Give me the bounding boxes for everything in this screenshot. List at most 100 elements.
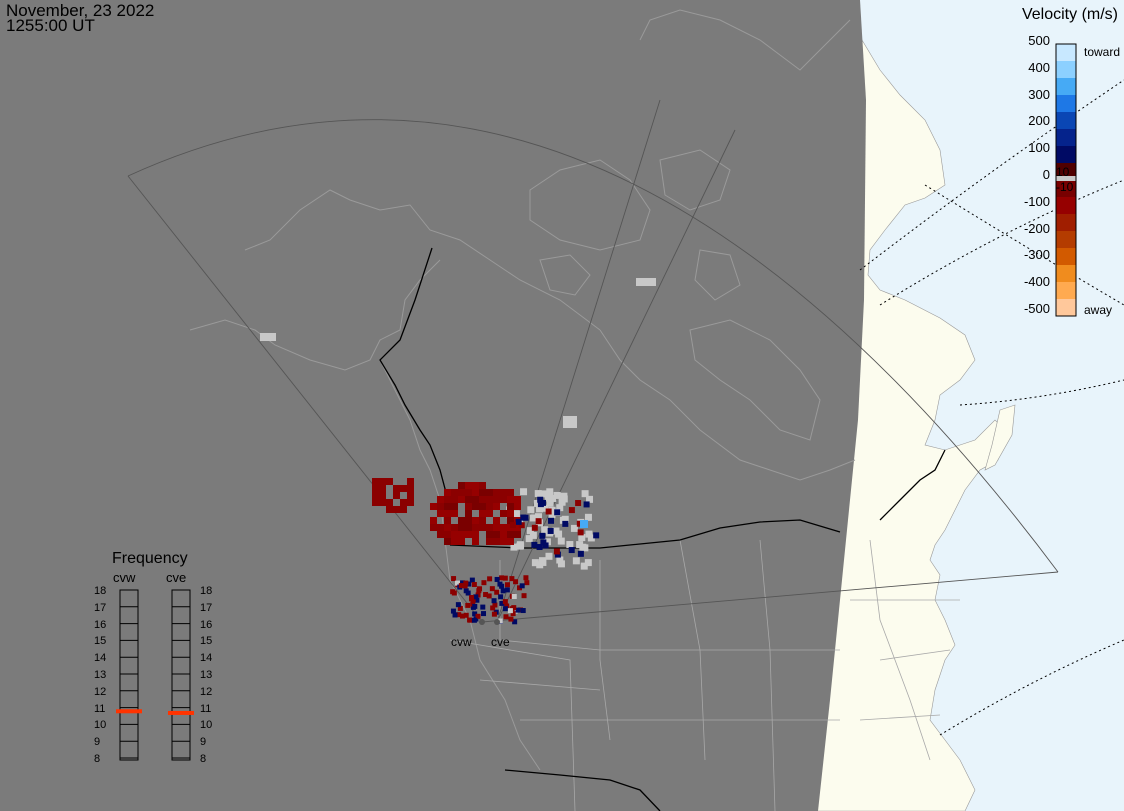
freq-scale-right: 10: [200, 719, 213, 732]
ground-scatter-cell: [558, 498, 566, 506]
echo-cell: [575, 500, 582, 507]
echo-cell-away: [465, 510, 472, 517]
echo-cell: [491, 611, 497, 617]
ground-scatter-cell: [581, 490, 589, 498]
freq-scale-left: 15: [94, 635, 107, 648]
echo-cell: [553, 548, 560, 555]
echo-cell: [545, 508, 552, 515]
ground-scatter-cell: [557, 537, 565, 545]
echo-cell: [451, 576, 457, 582]
threshold-low-label: -10: [1056, 180, 1074, 194]
echo-cell: [463, 612, 469, 618]
velocity-tick-label: 400: [1028, 59, 1050, 75]
freq-scale-right: 12: [200, 685, 213, 698]
velocity-tick-label: -100: [1023, 193, 1050, 209]
echo-cell: [471, 617, 477, 623]
echo-cell: [519, 583, 525, 589]
echo-cell-away: [472, 538, 479, 545]
ground-scatter-cell: [563, 416, 577, 428]
echo-cell: [577, 550, 584, 557]
frequency-radar-right: cve: [166, 570, 187, 585]
echo-cell-away: [451, 524, 458, 531]
echo-cell-away: [444, 524, 451, 531]
echo-cell: [509, 576, 515, 582]
ground-scatter-cell: [580, 562, 588, 570]
echo-cell-away: [479, 482, 486, 489]
echo-cell-away: [507, 531, 514, 538]
echo-cell-away: [479, 517, 486, 524]
freq-scale-right: 18: [200, 585, 213, 597]
velocity-colorbar-segment: [1056, 282, 1076, 300]
echo-cell-away: [372, 499, 379, 506]
freq-scale-left: 12: [94, 685, 107, 698]
echo-cell: [531, 524, 538, 531]
echo-cell: [504, 587, 510, 593]
echo-cell-away: [493, 496, 500, 503]
echo-cell: [502, 606, 508, 612]
freq-scale-right: 8: [200, 753, 207, 765]
echo-cell: [521, 593, 527, 599]
velocity-tick-label: 100: [1028, 140, 1050, 156]
echo-cell: [487, 576, 493, 582]
echo-cell-away: [451, 489, 458, 496]
velocity-tick-label: 0: [1042, 167, 1050, 182]
ground-scatter-cell: [260, 333, 276, 341]
echo-cell-away: [465, 524, 472, 531]
echo-cell-away: [465, 496, 472, 503]
echo-cell-away: [493, 531, 500, 538]
echo-cell-away: [514, 496, 521, 503]
echo-cell-away: [465, 517, 472, 524]
freq-scale-left: 9: [94, 736, 101, 749]
echo-cell-away: [400, 485, 407, 492]
freq-scale-left: 8: [94, 753, 101, 765]
echo-cell-away: [393, 506, 400, 513]
ground-scatter-cell: [584, 513, 592, 521]
echo-cell: [511, 593, 517, 599]
echo-cell: [522, 514, 529, 521]
ground-scatter-cell: [520, 488, 528, 496]
freq-scale-left: 17: [94, 601, 107, 614]
echo-cell: [465, 602, 471, 608]
velocity-colorbar-segment: [1056, 214, 1076, 232]
ground-scatter-cell: [527, 506, 535, 514]
freq-scale-left: 13: [94, 669, 107, 681]
echo-cell: [537, 496, 544, 503]
echo-cell-away: [451, 503, 458, 510]
ground-scatter-cell: [572, 557, 580, 565]
freq-scale-left: 10: [94, 719, 107, 732]
echo-cell: [508, 616, 514, 622]
echo-cell-away: [486, 531, 493, 538]
velocity-colorbar-segment: [1056, 146, 1076, 164]
velocity-colorbar-segment: [1056, 248, 1076, 266]
echo-cell-away: [386, 478, 393, 485]
ground-scatter-cell: [516, 541, 524, 549]
echo-cell-away: [407, 499, 414, 506]
echo-cell-away: [486, 538, 493, 545]
echo-cell-away: [465, 531, 472, 538]
echo-cell-away: [472, 531, 479, 538]
echo-cell-away: [451, 510, 458, 517]
ground-scatter-cell: [566, 541, 574, 549]
echo-cell-away: [458, 489, 465, 496]
echo-cell-away: [465, 503, 472, 510]
echo-cell: [520, 608, 526, 614]
echo-cell-away: [465, 482, 472, 489]
echo-cell-away: [479, 524, 486, 531]
echo-cell-away: [493, 503, 500, 510]
echo-cell-away: [451, 538, 458, 545]
freq-scale-left: 18: [94, 585, 107, 597]
echo-cell-away: [407, 478, 414, 485]
freq-scale-right: 14: [200, 652, 213, 665]
echo-cell-away: [444, 531, 451, 538]
echo-cell-away: [493, 538, 500, 545]
echo-cell: [523, 575, 529, 581]
echo-cell: [452, 612, 458, 618]
echo-cell: [515, 518, 522, 525]
echo-cell-away: [500, 531, 507, 538]
echo-cell: [510, 522, 517, 529]
echo-cell-away: [472, 517, 479, 524]
echo-cell: [481, 611, 487, 617]
echo-cell-away: [493, 524, 500, 531]
night-region: [0, 0, 866, 811]
echo-cell-away: [507, 496, 514, 503]
